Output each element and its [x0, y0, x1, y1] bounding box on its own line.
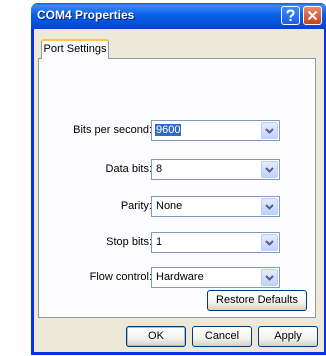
stop-bits-row: Stop bits: 1	[39, 232, 315, 253]
parity-value: None	[156, 200, 183, 212]
dialog-body: Port Settings Bits per second: 9600 Data…	[34, 29, 324, 352]
data-bits-label: Data bits:	[105, 163, 152, 175]
data-bits-value: 8	[156, 163, 163, 175]
bits-per-second-label: Bits per second:	[73, 124, 152, 136]
bits-per-second-row: Bits per second: 9600	[39, 120, 315, 141]
cancel-button[interactable]: Cancel	[192, 326, 252, 347]
parity-label: Parity:	[120, 200, 152, 212]
bits-per-second-select[interactable]: 9600	[151, 120, 280, 141]
dropdown-button[interactable]	[261, 269, 278, 286]
stop-bits-select[interactable]: 1	[151, 232, 280, 253]
flow-control-select[interactable]: Hardware	[151, 267, 280, 288]
tab-port-settings[interactable]: Port Settings	[41, 39, 109, 59]
apply-button[interactable]: Apply	[258, 326, 318, 347]
dropdown-button[interactable]	[261, 198, 278, 215]
stop-bits-value: 1	[156, 236, 163, 248]
port-settings-panel: Bits per second: 9600 Data bits: 8 Parit…	[38, 58, 316, 318]
bits-per-second-value: 9600	[155, 124, 182, 136]
help-button[interactable]	[281, 6, 300, 25]
stop-bits-label: Stop bits:	[106, 236, 152, 248]
flow-control-value: Hardware	[156, 271, 204, 283]
title-bar[interactable]: COM4 Properties	[31, 3, 326, 29]
flow-control-row: Flow control: Hardware	[39, 267, 315, 288]
close-x-icon	[307, 10, 318, 21]
chevron-down-icon	[265, 240, 274, 246]
flow-control-label: Flow control:	[89, 271, 152, 283]
chevron-down-icon	[265, 204, 274, 210]
parity-row: Parity: None	[39, 196, 315, 217]
parity-select[interactable]: None	[151, 196, 280, 217]
data-bits-row: Data bits: 8	[39, 159, 315, 180]
dropdown-button[interactable]	[261, 234, 278, 251]
question-mark-icon	[286, 9, 295, 21]
chevron-down-icon	[265, 167, 274, 173]
properties-dialog: COM4 Properties Port Settings Bits per s…	[31, 3, 326, 355]
ok-button[interactable]: OK	[126, 326, 186, 347]
chevron-down-icon	[265, 128, 274, 134]
dropdown-button[interactable]	[261, 122, 278, 139]
data-bits-select[interactable]: 8	[151, 159, 280, 180]
dropdown-button[interactable]	[261, 161, 278, 178]
restore-defaults-button[interactable]: Restore Defaults	[207, 290, 307, 311]
window-title: COM4 Properties	[37, 8, 135, 22]
chevron-down-icon	[265, 275, 274, 281]
close-button[interactable]	[303, 6, 322, 25]
